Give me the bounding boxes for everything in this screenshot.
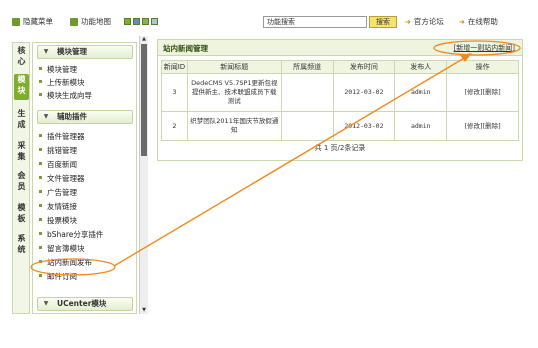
bullet-icon <box>39 176 42 179</box>
column-header: 新闻ID <box>161 60 188 74</box>
sidebar-menu: ▼ 模块管理 模块管理 上传新模块 模块生成向导 ▼ 辅助插件 插件管理器 挑错… <box>32 42 137 314</box>
panel-title: 站内新闻管理 <box>163 44 208 53</box>
section-ucenter[interactable]: ▼ UCenter模块 <box>37 297 133 311</box>
bullet-icon <box>39 260 42 263</box>
news-title-link[interactable]: DedeCMS V5.7SP1更新包视提供新主、技术联盟成员下载测试 <box>186 73 282 112</box>
tab-module[interactable]: 模块 <box>14 74 29 100</box>
pager-text: 共 1 页/2条记录 <box>314 144 366 153</box>
bullet-icon <box>39 148 42 151</box>
bullet-icon <box>39 246 42 249</box>
bullet-icon <box>39 67 42 70</box>
search-button[interactable]: 搜索 <box>369 16 397 28</box>
site-map-button[interactable]: 功能地图 <box>70 17 111 27</box>
column-header: 操作 <box>446 60 519 74</box>
add-news-link[interactable]: [新增一则站内新闻] <box>454 43 515 53</box>
panel-header: 站内新闻管理 [新增一则站内新闻] <box>158 40 522 56</box>
column-header: 所属频道 <box>280 60 334 74</box>
scroll-thumb[interactable] <box>141 44 147 156</box>
pager-row: 共 1 页/2条记录 <box>162 141 519 157</box>
news-id: 3 <box>161 73 188 112</box>
news-date: 2012-03-02 <box>332 73 396 112</box>
skin-swatch-lightgreen[interactable] <box>142 18 149 25</box>
skin-swatch-gray[interactable] <box>151 18 158 25</box>
sidebar-item-site-news[interactable]: 站内新闻发布 <box>39 257 92 268</box>
vertical-tab-strip: 核心 模块 生成 采集 会员 模板 系统 <box>12 42 30 314</box>
forum-icon: ➜ <box>405 18 411 26</box>
news-id: 2 <box>161 111 188 141</box>
sidebar-item-upload-module[interactable]: 上传新模块 <box>39 77 85 88</box>
news-author: admin <box>394 111 448 141</box>
sidebar-item-friend-links[interactable]: 友情链接 <box>39 201 77 212</box>
forum-link[interactable]: ➜ 官方论坛 <box>405 17 444 27</box>
sidebar-item-guestbook[interactable]: 留言簿模块 <box>39 243 85 254</box>
sidebar-item-baidu-news[interactable]: 百度新闻 <box>39 159 77 170</box>
bullet-icon <box>39 274 42 277</box>
collapse-arrow-icon: ▼ <box>43 113 49 120</box>
collapse-arrow-icon: ▼ <box>43 48 49 55</box>
column-header: 发布人 <box>394 60 448 74</box>
sidebar-item-plugin-manager[interactable]: 插件管理器 <box>39 131 85 142</box>
scroll-up-icon[interactable]: ▲ <box>140 36 148 43</box>
top-toolbar: 隐藏菜单 功能地图 功能搜索 搜索 ➜ 官方论坛 ➜ 在线帮助 <box>0 0 538 36</box>
tab-core[interactable]: 核心 <box>14 45 29 69</box>
bullet-icon <box>39 204 42 207</box>
news-management-panel: 站内新闻管理 [新增一则站内新闻] 新闻ID 新闻标题 所属频道 发布时间 发布… <box>157 39 523 161</box>
news-actions[interactable]: [修改][删除] <box>446 73 519 112</box>
sidebar-scrollbar[interactable]: ▲ ▼ <box>139 36 148 314</box>
site-map-icon <box>70 18 78 26</box>
sidebar-item-file-manager[interactable]: 文件管理器 <box>39 173 85 184</box>
table-row: 2 织梦团队2011年国庆节放假通知 2012-03-02 admin [修改]… <box>161 111 519 141</box>
section-plugins[interactable]: ▼ 辅助插件 <box>37 110 133 124</box>
table-header-row: 新闻ID 新闻标题 所属频道 发布时间 发布人 操作 <box>161 60 519 74</box>
help-icon: ➜ <box>459 18 465 26</box>
news-channel <box>280 111 334 141</box>
hide-menu-icon <box>12 18 20 26</box>
news-channel <box>280 73 334 112</box>
news-author: admin <box>394 73 448 112</box>
sidebar-item-module-manage[interactable]: 模块管理 <box>39 64 77 75</box>
tab-collect[interactable]: 采集 <box>14 140 29 164</box>
news-date: 2012-03-02 <box>332 111 396 141</box>
news-actions[interactable]: [修改][删除] <box>446 111 519 141</box>
bullet-icon <box>39 190 42 193</box>
sidebar-item-module-wizard[interactable]: 模块生成向导 <box>39 90 92 101</box>
news-table: 新闻ID 新闻标题 所属频道 发布时间 发布人 操作 3 DedeCMS V5.… <box>161 60 519 157</box>
sidebar-item-mail-subscribe[interactable]: 邮件订阅 <box>39 271 77 282</box>
sidebar-item-bshare[interactable]: bShare分享插件 <box>39 229 103 240</box>
bullet-icon <box>39 232 42 235</box>
sidebar-item-vote-module[interactable]: 投票模块 <box>39 215 77 226</box>
function-search-input[interactable]: 功能搜索 <box>263 16 367 28</box>
section-module-management[interactable]: ▼ 模块管理 <box>37 45 133 59</box>
bullet-icon <box>39 134 42 137</box>
tab-generate[interactable]: 生成 <box>14 108 29 132</box>
bullet-icon <box>39 93 42 96</box>
bullet-icon <box>39 162 42 165</box>
column-header: 新闻标题 <box>186 60 282 74</box>
column-header: 发布时间 <box>332 60 396 74</box>
tab-member[interactable]: 会员 <box>14 170 29 194</box>
skin-swatch-blue[interactable] <box>133 18 140 25</box>
table-row: 3 DedeCMS V5.7SP1更新包视提供新主、技术联盟成员下载测试 201… <box>161 73 519 112</box>
scroll-down-icon[interactable]: ▼ <box>140 307 148 314</box>
bullet-icon <box>39 80 42 83</box>
skin-swatch-green[interactable] <box>124 18 131 25</box>
sidebar-item-ad-manager[interactable]: 广告管理 <box>39 187 77 198</box>
collapse-arrow-icon: ▼ <box>43 300 49 307</box>
news-title-link[interactable]: 织梦团队2011年国庆节放假通知 <box>186 111 282 141</box>
tab-system[interactable]: 系统 <box>14 233 29 257</box>
tab-template[interactable]: 模板 <box>14 202 29 226</box>
hide-menu-button[interactable]: 隐藏菜单 <box>12 17 53 27</box>
help-link[interactable]: ➜ 在线帮助 <box>459 17 498 27</box>
sidebar-item-error-report[interactable]: 挑错管理 <box>39 145 77 156</box>
bullet-icon <box>39 218 42 221</box>
